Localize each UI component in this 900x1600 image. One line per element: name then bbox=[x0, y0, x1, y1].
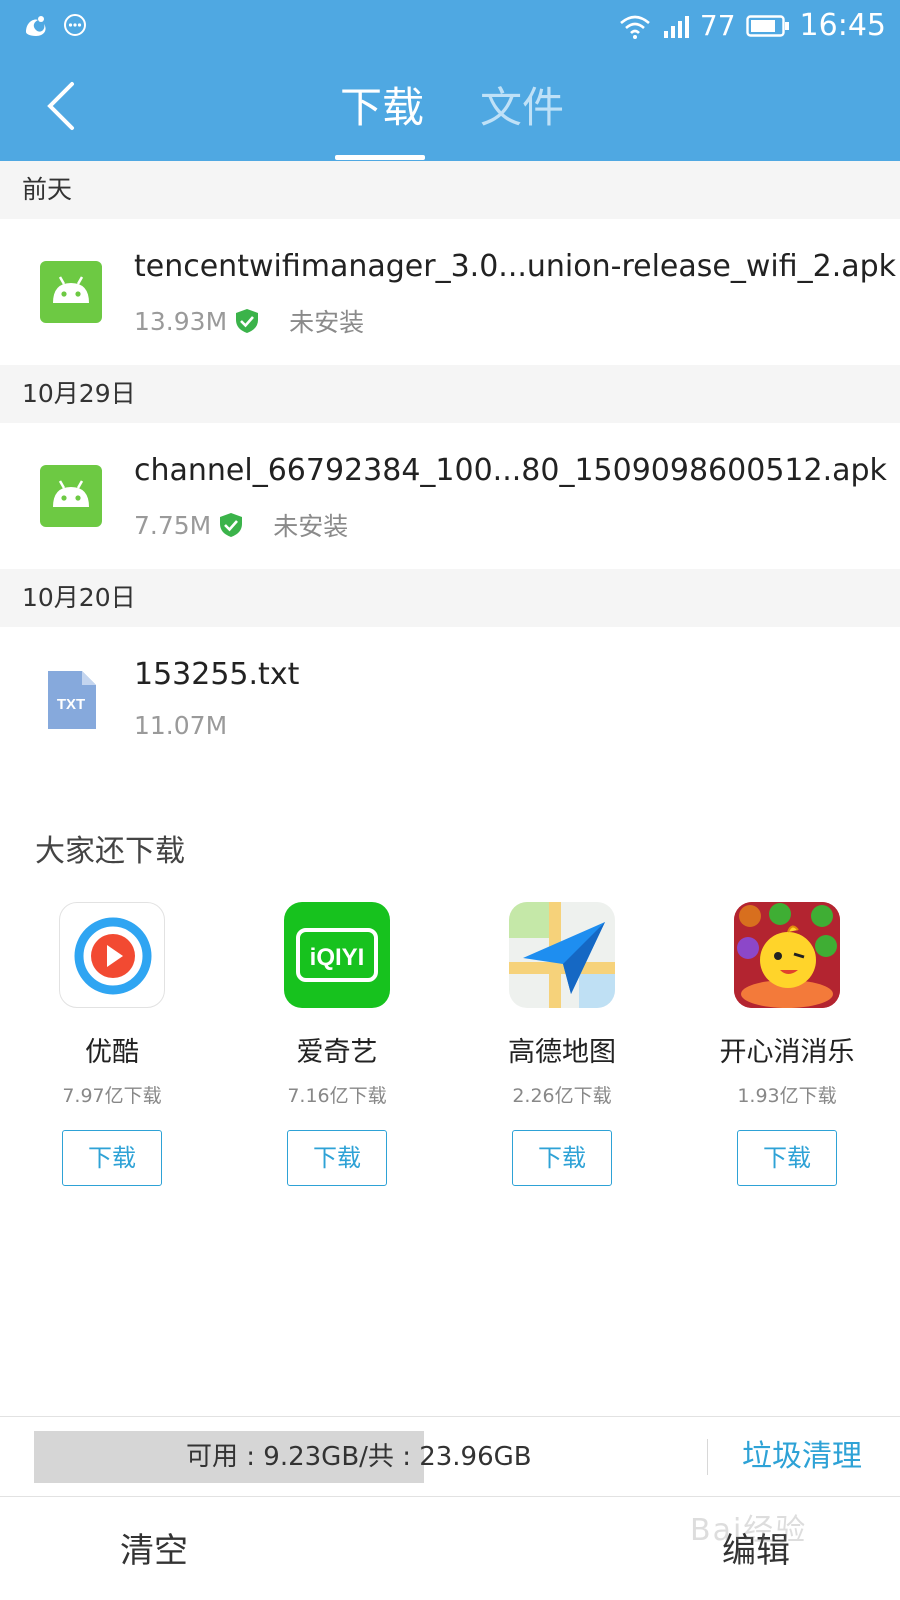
date-header: 前天 bbox=[0, 161, 900, 219]
uc-browser-icon bbox=[26, 16, 46, 36]
signal-level-text: 77 bbox=[699, 9, 736, 42]
iqiyi-icon[interactable]: iQIYI bbox=[284, 902, 390, 1008]
active-tab-indicator bbox=[335, 155, 425, 160]
storage-text: 可用 : 9.23GB/共 : 23.96GB bbox=[186, 1442, 532, 1472]
app-name: 优酷 bbox=[85, 1037, 139, 1068]
recommend-app-iqiyi: iQIYI 爱奇艺 7.16亿下载 下载 bbox=[247, 902, 427, 1186]
tab-download[interactable]: 下载 bbox=[340, 78, 424, 138]
wifi-icon bbox=[620, 15, 650, 39]
install-status: 未安装 bbox=[273, 512, 349, 541]
app-name: 高德地图 bbox=[508, 1037, 616, 1068]
download-button[interactable]: 下载 bbox=[512, 1130, 612, 1186]
file-size: 11.07M bbox=[134, 711, 228, 740]
file-size: 7.75M bbox=[134, 510, 212, 540]
txt-file-icon: TXT bbox=[48, 671, 96, 729]
file-row-txt[interactable]: TXT 153255.txt 11.07M bbox=[0, 627, 900, 773]
happy-elimination-icon[interactable] bbox=[734, 902, 840, 1008]
app-name: 开心消消乐 bbox=[719, 1037, 855, 1068]
file-meta: 7.75M 未安装 bbox=[134, 507, 348, 543]
chevron-left-icon[interactable] bbox=[40, 76, 84, 136]
recommend-title: 大家还下载 bbox=[35, 834, 185, 869]
app-download-count: 7.97亿下载 bbox=[62, 1085, 162, 1107]
recommend-app-youku: 优酷 7.97亿下载 下载 bbox=[22, 902, 202, 1186]
shield-check-icon bbox=[220, 513, 243, 537]
divider bbox=[707, 1439, 708, 1475]
recommend-app-happy-elimination: 开心消消乐 1.93亿下载 下载 bbox=[697, 902, 877, 1186]
clear-button[interactable]: 清空 bbox=[120, 1523, 188, 1572]
txt-icon-label: TXT bbox=[57, 696, 85, 713]
chat-icon bbox=[64, 14, 86, 36]
download-button[interactable]: 下载 bbox=[287, 1130, 387, 1186]
shield-check-icon bbox=[236, 309, 259, 333]
junk-clean-button[interactable]: 垃圾清理 bbox=[742, 1431, 862, 1483]
app-download-count: 7.16亿下载 bbox=[287, 1085, 387, 1107]
install-status: 未安装 bbox=[289, 308, 365, 337]
iqiyi-logo-text: iQIYI bbox=[310, 944, 365, 971]
signal-icon bbox=[663, 15, 689, 38]
clock-text: 16:45 bbox=[799, 8, 886, 43]
bottom-action-bar: 清空 编辑 Bai经验 bbox=[0, 1496, 900, 1600]
app-download-count: 2.26亿下载 bbox=[512, 1085, 612, 1107]
android-icon bbox=[40, 465, 102, 527]
file-row-apk-1[interactable]: tencentwifimanager_3.0...union-release_w… bbox=[0, 219, 900, 365]
file-name: tencentwifimanager_3.0...union-release_w… bbox=[134, 249, 897, 284]
download-button[interactable]: 下载 bbox=[62, 1130, 162, 1186]
storage-bar: 可用 : 9.23GB/共 : 23.96GB 垃圾清理 bbox=[0, 1416, 900, 1496]
recommend-app-amap: 高德地图 2.26亿下载 下载 bbox=[472, 902, 652, 1186]
file-meta: 11.07M bbox=[134, 711, 227, 740]
youku-icon[interactable] bbox=[59, 902, 165, 1008]
file-name: channel_66792384_100...80_1509098600512.… bbox=[134, 453, 887, 488]
app-download-count: 1.93亿下载 bbox=[737, 1085, 837, 1107]
file-size: 13.93M bbox=[134, 306, 228, 336]
battery-icon bbox=[745, 14, 789, 37]
date-header: 10月29日 bbox=[0, 365, 900, 423]
file-meta: 13.93M 未安装 bbox=[134, 303, 364, 339]
status-bar: 77 16:45 bbox=[0, 0, 900, 52]
app-name: 爱奇艺 bbox=[296, 1037, 378, 1068]
file-row-apk-2[interactable]: channel_66792384_100...80_1509098600512.… bbox=[0, 423, 900, 569]
amap-icon[interactable] bbox=[509, 902, 615, 1008]
top-navigation: 下载 文件 bbox=[0, 52, 900, 161]
date-header: 10月20日 bbox=[0, 569, 900, 627]
android-icon bbox=[40, 261, 102, 323]
tab-file[interactable]: 文件 bbox=[480, 78, 564, 138]
watermark: Bai经验 bbox=[690, 1513, 808, 1548]
download-button[interactable]: 下载 bbox=[737, 1130, 837, 1186]
file-name: 153255.txt bbox=[134, 657, 300, 692]
